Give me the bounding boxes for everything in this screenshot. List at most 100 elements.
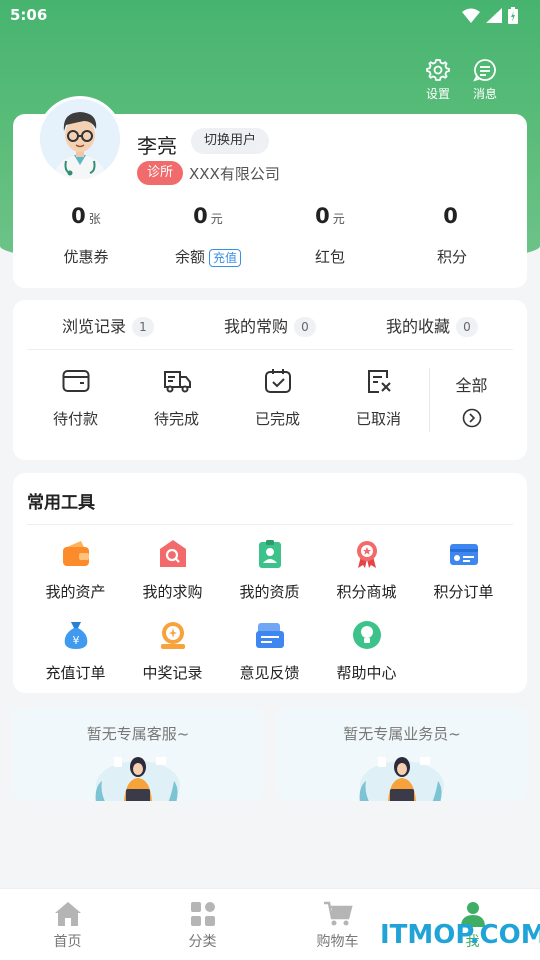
signal-icon [486,8,502,23]
coupons-label: 优惠券 [63,248,109,266]
customer-service-text: 暂无专属客服~ [86,725,190,743]
coupons-unit: 张 [88,212,101,226]
stat-points[interactable]: 0 积分 [391,204,513,267]
messages-button[interactable]: 消息 [473,58,497,102]
support-agent-illustration-icon [95,757,180,801]
stat-coupons[interactable]: 0张 优惠券 [25,204,147,267]
certificate-icon [258,540,281,568]
cart-icon [323,901,353,926]
sales-agent-illustration-icon [359,757,444,801]
common-tools-card: 常用工具 我的资产 我的求购 我的资质 积分商城 积分订单 ¥ 充值订单 中奖记… [13,473,527,693]
tool-label: 积分订单 [433,583,494,601]
points-label: 积分 [436,248,467,266]
tab-label: 首页 [53,934,82,950]
tool-label: 帮助中心 [336,664,397,682]
feedback-icon [255,623,284,648]
stat-red-packet[interactable]: 0元 红包 [269,204,391,267]
orders-card: 浏览记录 1 我的常购 0 我的收藏 0 待付款 待完成 已完成 已取消 全部 [13,300,527,460]
status-label: 已完成 [254,410,300,428]
wallet-orange-icon [62,541,89,566]
red-packet-unit: 元 [332,212,345,226]
tool-label: 我的资质 [239,583,300,601]
salesperson-text: 暂无专属业务员~ [343,725,461,743]
clinic-tag: 诊所 [137,161,184,185]
tab-frequent-purchases[interactable]: 我的常购 0 [189,313,351,337]
check-box-icon [264,369,291,393]
switch-user-button[interactable]: 切换用户 [191,128,270,154]
prize-icon [160,622,185,649]
cancel-doc-icon [367,370,391,393]
balance-unit: 元 [210,212,223,226]
salesperson-card[interactable]: 暂无专属业务员~ [277,707,527,801]
settings-button[interactable]: 设置 [426,58,450,102]
watermark-text: ITMOP.COM [380,920,540,950]
company-name: XXX有限公司 [189,165,280,183]
tool-my-requests[interactable]: 我的求购 [124,539,221,602]
status-label: 待付款 [52,410,98,428]
red-packet-value: 0 [315,204,330,228]
tool-my-assets[interactable]: 我的资产 [27,539,124,602]
category-icon [190,902,215,926]
coupons-value: 0 [71,204,86,228]
wallet-icon [62,370,89,392]
messages-label: 消息 [473,87,498,101]
account-stats: 0张 优惠券 0元 余额 充值 0元 红包 0 积分 [13,204,527,267]
profile-card: 李亮 切换用户 诊所 XXX有限公司 0张 优惠券 0元 余额 充值 0元 红包 … [13,96,527,288]
recharge-button[interactable]: 充值 [209,249,242,267]
red-packet-label: 红包 [314,248,345,266]
order-status-row: 待付款 待完成 已完成 已取消 全部 [25,368,515,432]
count-badge: 0 [294,316,316,337]
tab-label: 分类 [188,934,217,950]
all-orders-label: 全部 [455,376,488,395]
tool-my-qualifications[interactable]: 我的资质 [221,539,318,602]
tab-label: 购物车 [316,934,359,950]
order-completed[interactable]: 已完成 [227,368,328,432]
tool-prize-records[interactable]: 中奖记录 [124,620,221,683]
card-icon [449,544,478,565]
tool-points-mall[interactable]: 积分商城 [318,539,415,602]
status-bar: 5:06 [0,0,540,32]
tool-label: 充值订单 [45,664,106,682]
tool-feedback[interactable]: 意见反馈 [221,620,318,683]
tool-label: 中奖记录 [142,664,203,682]
customer-service-card[interactable]: 暂无专属客服~ [13,707,263,801]
tool-label: 我的求购 [142,583,203,601]
help-icon [352,621,381,649]
avatar[interactable] [37,96,123,182]
tool-label: 我的资产 [45,583,106,601]
search-bag-icon [159,540,186,567]
tab-label: 我的常购 [223,316,288,336]
tools-grid: 我的资产 我的求购 我的资质 积分商城 积分订单 ¥ 充值订单 中奖记录 意见反 [27,539,517,683]
divider [27,524,513,525]
order-cancelled[interactable]: 已取消 [328,368,429,432]
tool-help-center[interactable]: 帮助中心 [318,620,415,683]
count-badge: 0 [456,316,478,337]
count-badge: 1 [132,316,154,337]
balance-value: 0 [193,204,208,228]
svg-text:¥: ¥ [72,634,79,647]
all-orders-button[interactable]: 全部 [429,368,513,432]
points-value: 0 [443,204,458,228]
order-pending-payment[interactable]: 待付款 [25,368,126,432]
money-bag-icon: ¥ [64,622,87,649]
tab-label: 我的收藏 [385,316,450,336]
home-icon [54,902,81,926]
tab-home[interactable]: 首页 [0,889,135,960]
tools-title: 常用工具 [27,493,95,513]
chevron-right-circle-icon [462,408,481,428]
tool-recharge-orders[interactable]: ¥ 充值订单 [27,620,124,683]
battery-icon [508,7,518,24]
tab-category[interactable]: 分类 [135,889,270,960]
balance-label: 余额 [174,248,205,266]
tab-browse-history[interactable]: 浏览记录 1 [27,313,189,337]
history-tabs: 浏览记录 1 我的常购 0 我的收藏 0 [27,300,513,350]
settings-label: 设置 [426,87,451,101]
order-pending-completion[interactable]: 待完成 [126,368,227,432]
tab-label: 浏览记录 [61,316,126,336]
tool-points-orders[interactable]: 积分订单 [415,539,512,602]
status-label: 待完成 [153,410,199,428]
stat-balance[interactable]: 0元 余额 充值 [147,204,269,267]
tab-favorites[interactable]: 我的收藏 0 [351,313,513,337]
wifi-icon [462,8,480,23]
tool-label: 积分商城 [336,583,397,601]
